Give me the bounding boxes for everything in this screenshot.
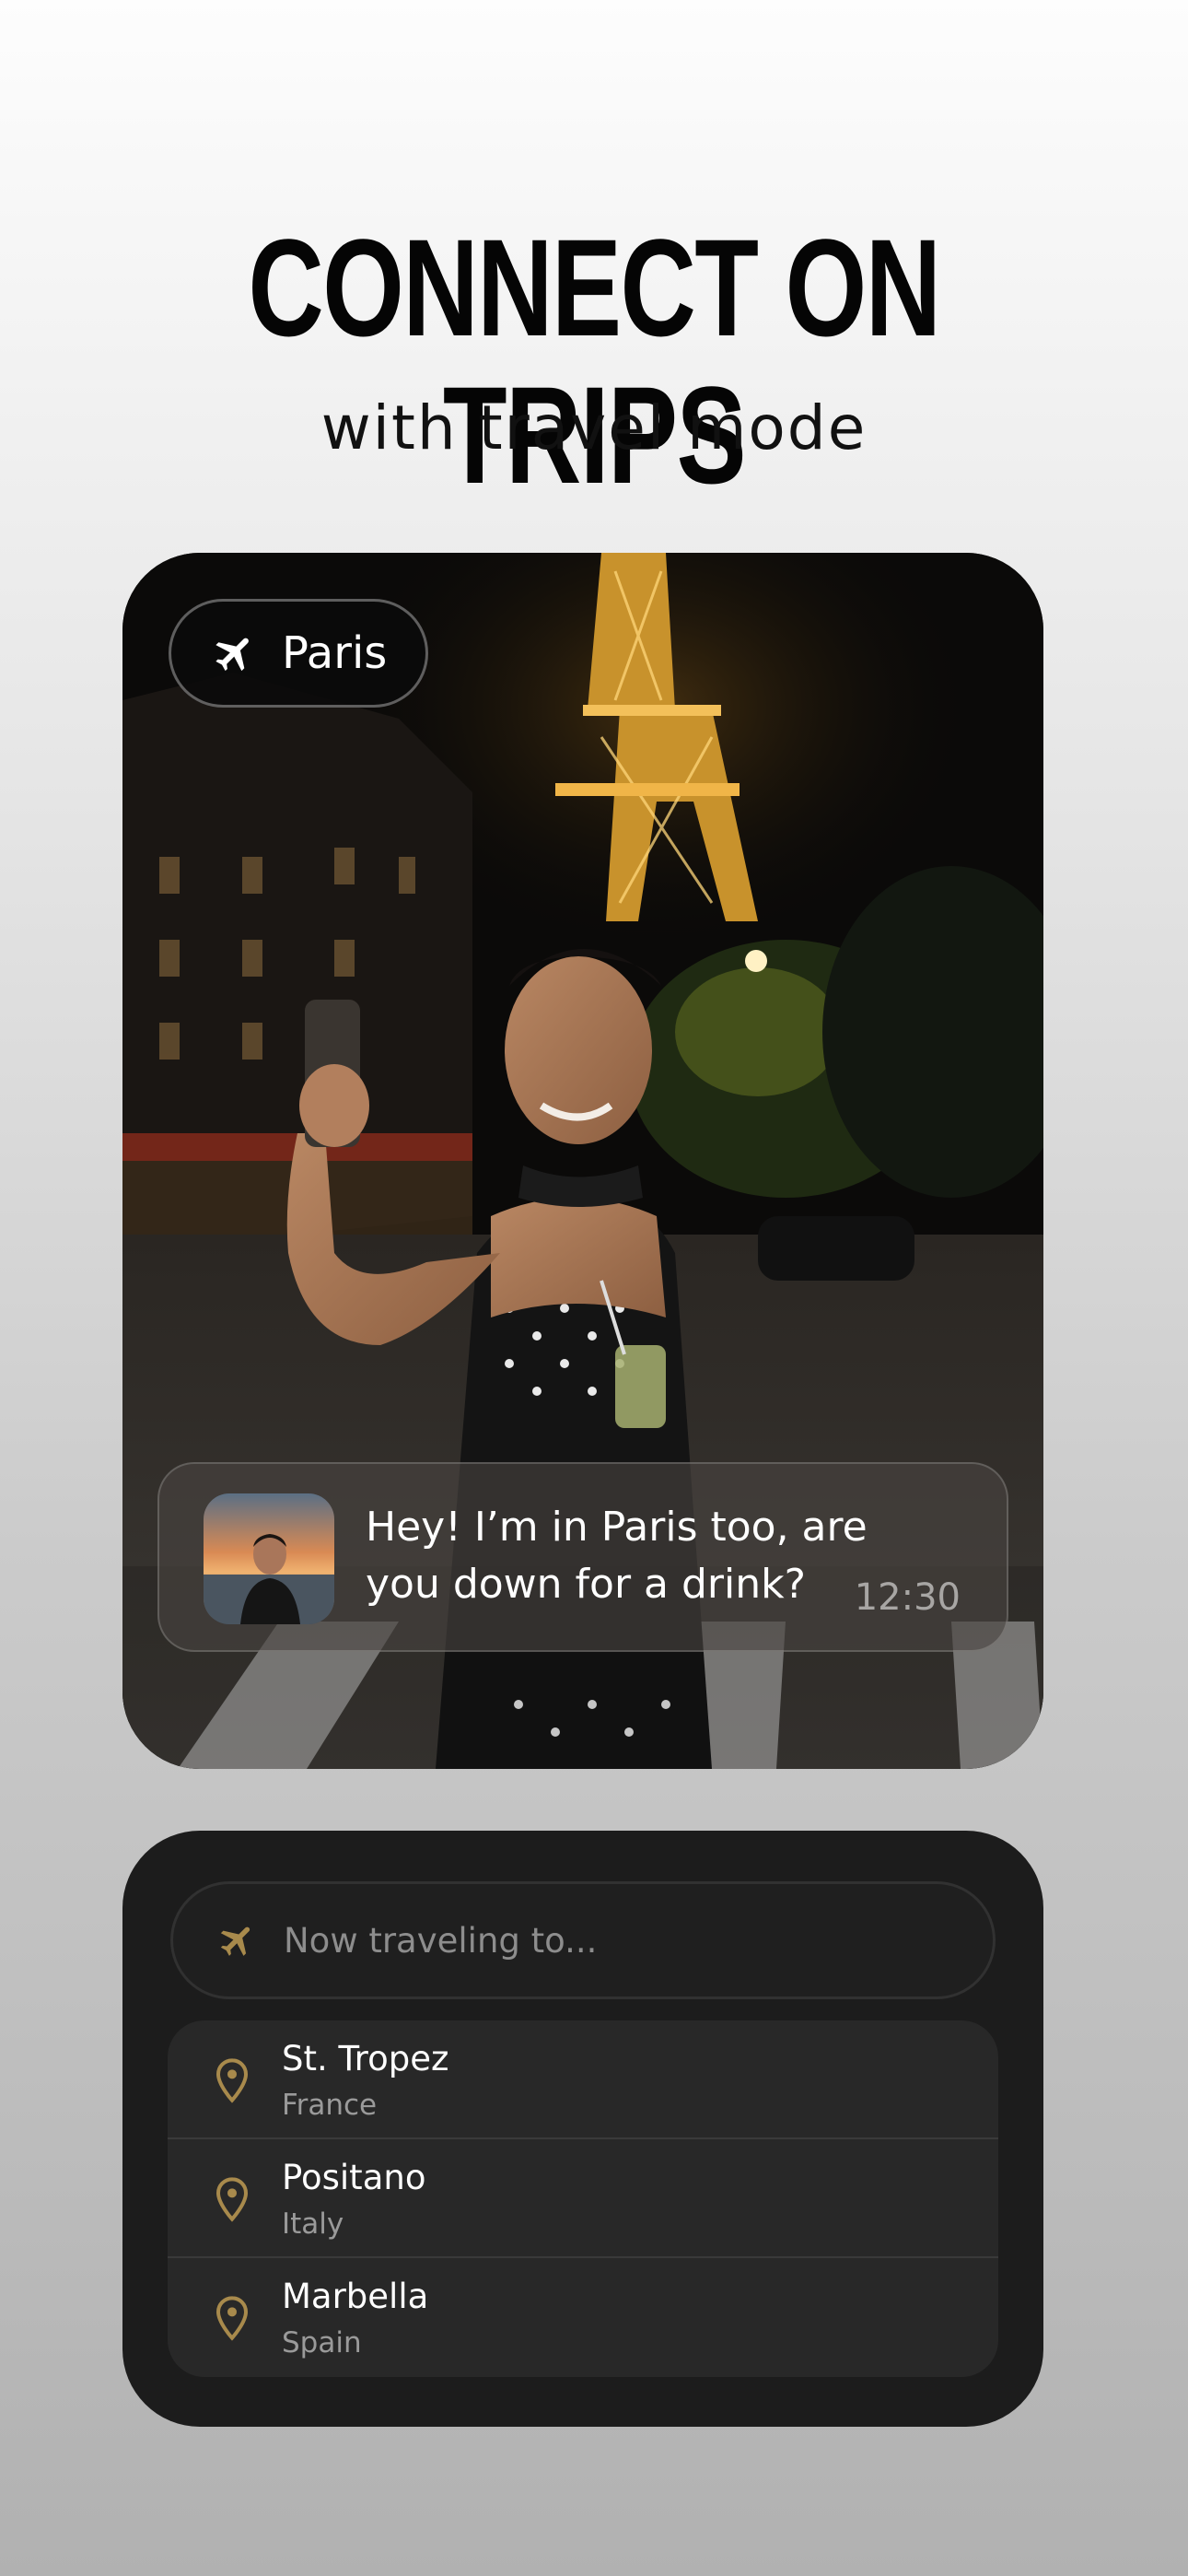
destination-item-marbella[interactable]: Marbella Spain <box>168 2258 998 2377</box>
location-label: Paris <box>282 627 388 679</box>
subheadline: with travel mode <box>320 392 868 463</box>
destination-country: France <box>282 2089 378 2122</box>
photo-card: Paris Hey! I’m in Paris too, are you dow… <box>122 553 1043 1769</box>
airplane-icon <box>215 638 249 672</box>
destination-city: Positano <box>282 2158 426 2197</box>
destination-country: Italy <box>282 2207 344 2241</box>
destination-country: Spain <box>282 2326 362 2359</box>
destination-city: St. Tropez <box>282 2039 449 2078</box>
destination-item-positano[interactable]: Positano Italy <box>168 2139 998 2258</box>
destination-list: St. Tropez France Positano Italy Marbell… <box>168 2020 998 2377</box>
location-badge[interactable]: Paris <box>169 599 428 708</box>
destination-item-st-tropez[interactable]: St. Tropez France <box>168 2020 998 2139</box>
map-pin-icon <box>215 2296 249 2341</box>
map-pin-icon <box>215 2058 249 2103</box>
destination-city: Marbella <box>282 2277 429 2316</box>
search-placeholder: Now traveling to... <box>284 1920 598 1961</box>
travel-mode-panel: Now traveling to... St. Tropez France Po… <box>122 1831 1043 2427</box>
message-bubble[interactable]: Hey! I’m in Paris too, are you down for … <box>157 1462 1008 1652</box>
message-text: Hey! I’m in Paris too, are you down for … <box>366 1504 868 1608</box>
avatar[interactable] <box>204 1493 334 1624</box>
destination-search-input[interactable]: Now traveling to... <box>170 1881 996 1999</box>
map-pin-icon <box>215 2177 249 2222</box>
airplane-icon <box>220 1926 250 1956</box>
message-time: 12:30 <box>854 1576 961 1619</box>
